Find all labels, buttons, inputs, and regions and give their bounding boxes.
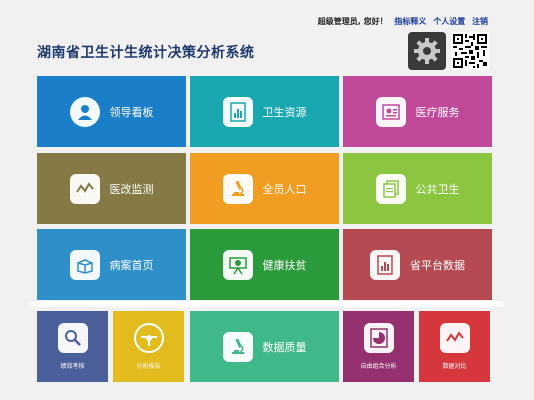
tile-label: 数据对比 bbox=[442, 363, 467, 370]
report-chart-icon bbox=[222, 96, 253, 127]
tile-label: 分析报告 bbox=[136, 363, 161, 370]
user-icon bbox=[69, 96, 100, 127]
report-chart-icon bbox=[370, 249, 400, 280]
user-bar: 超级管理员, 您好！ 指标释义 个人设置 注销 bbox=[318, 16, 488, 27]
tile-reform-monitoring[interactable]: 医改监测 bbox=[37, 153, 186, 224]
tile-population[interactable]: 全员人口 bbox=[190, 153, 339, 224]
tile-label: 健康扶贫 bbox=[262, 258, 307, 272]
tile-label: 自由组合分析 bbox=[360, 363, 397, 370]
documents-icon bbox=[375, 173, 406, 204]
tile-public-health[interactable]: 公共卫生 bbox=[343, 153, 492, 224]
indicator-definition-link[interactable]: 指标释义 bbox=[394, 17, 426, 26]
tile-label: 医改监测 bbox=[109, 182, 154, 196]
line-trend-icon bbox=[439, 323, 470, 353]
tile-label: 领导看板 bbox=[109, 105, 154, 119]
tile-label: 全员人口 bbox=[262, 182, 307, 196]
steering-wheel-icon bbox=[133, 323, 164, 353]
tile-performance-assessment[interactable]: 绩效考核 bbox=[37, 311, 108, 382]
tile-label: 病案首页 bbox=[109, 258, 154, 272]
tile-label: 公共卫生 bbox=[415, 182, 460, 196]
section-divider bbox=[30, 301, 504, 307]
tile-label: 卫生资源 bbox=[262, 105, 307, 119]
greeting-text: 超级管理员, 您好！ bbox=[317, 17, 388, 26]
logout-link[interactable]: 注销 bbox=[472, 17, 488, 26]
id-card-icon bbox=[375, 96, 406, 127]
tile-label: 省平台数据 bbox=[410, 258, 465, 272]
line-trend-icon bbox=[69, 173, 100, 204]
tile-provincial-platform-data[interactable]: 省平台数据 bbox=[343, 229, 492, 300]
microscope-icon bbox=[222, 173, 253, 204]
tile-label: 数据质量 bbox=[262, 340, 307, 354]
qr-code-icon bbox=[451, 32, 489, 70]
tile-label: 医疗服务 bbox=[415, 105, 460, 119]
tile-free-combination-analysis[interactable]: 自由组合分析 bbox=[343, 311, 414, 382]
tile-medical-services[interactable]: 医疗服务 bbox=[343, 76, 492, 147]
tile-leader-dashboard[interactable]: 领导看板 bbox=[37, 76, 186, 147]
magnifier-icon bbox=[57, 323, 88, 353]
presentation-icon bbox=[222, 249, 253, 280]
page-title: 湖南省卫生计生统计决策分析系统 bbox=[37, 45, 255, 61]
personal-settings-link[interactable]: 个人设置 bbox=[433, 17, 465, 26]
pie-chart-icon bbox=[363, 323, 394, 353]
tile-data-comparison[interactable]: 数据对比 bbox=[419, 311, 490, 382]
open-box-icon bbox=[69, 249, 100, 280]
settings-gear-icon[interactable] bbox=[408, 32, 446, 70]
tile-label: 绩效考核 bbox=[60, 363, 85, 370]
tile-health-resources[interactable]: 卫生资源 bbox=[190, 76, 339, 147]
tile-data-quality[interactable]: 数据质量 bbox=[190, 311, 339, 382]
tile-medical-record-homepage[interactable]: 病案首页 bbox=[37, 229, 186, 300]
microscope-icon bbox=[222, 331, 253, 362]
tile-analysis-report[interactable]: 分析报告 bbox=[113, 311, 184, 382]
tile-health-poverty-alleviation[interactable]: 健康扶贫 bbox=[190, 229, 339, 300]
